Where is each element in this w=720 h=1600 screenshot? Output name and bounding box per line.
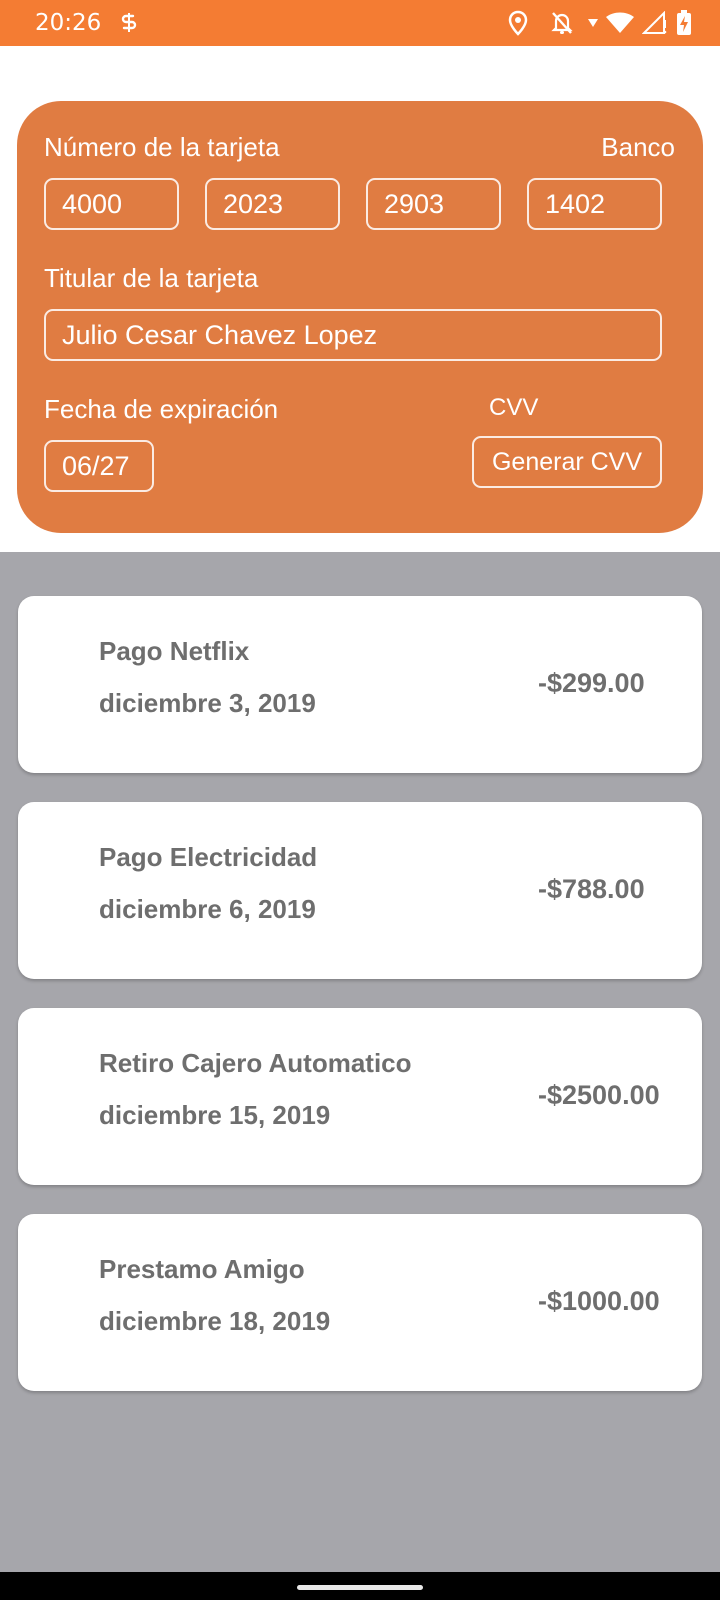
battery-icon: [676, 10, 692, 36]
credit-card: Número de la tarjeta Banco 4000 2023 290…: [17, 101, 703, 533]
transaction-item[interactable]: Retiro Cajero Automatico diciembre 15, 2…: [18, 1008, 702, 1185]
card-holder-field[interactable]: Julio Cesar Chavez Lopez: [44, 309, 662, 361]
s-notification-icon: [118, 10, 140, 36]
card-number-part-1[interactable]: 4000: [44, 178, 179, 230]
transaction-date: diciembre 15, 2019: [99, 1100, 331, 1130]
generate-cvv-button[interactable]: Generar CVV: [472, 436, 662, 488]
wifi-icon: [606, 12, 634, 34]
transaction-title: Retiro Cajero Automatico: [99, 1048, 412, 1078]
card-number-label: Número de la tarjeta: [44, 132, 280, 162]
cvv-label: CVV: [489, 394, 539, 421]
transaction-title: Prestamo Amigo: [99, 1254, 305, 1284]
navigation-bar: [0, 1572, 720, 1600]
location-icon: [508, 10, 528, 36]
transaction-item[interactable]: Prestamo Amigo diciembre 18, 2019 -$1000…: [18, 1214, 702, 1391]
bank-label: Banco: [601, 132, 675, 162]
card-number-part-3[interactable]: 2903: [366, 178, 501, 230]
card-holder-label: Titular de la tarjeta: [44, 263, 259, 293]
status-icons: [508, 9, 692, 37]
expiry-label: Fecha de expiración: [44, 394, 279, 424]
transaction-amount: -$299.00: [538, 668, 645, 698]
home-gesture-handle[interactable]: [297, 1585, 423, 1590]
card-number-part-4[interactable]: 1402: [527, 178, 662, 230]
signal-icon: [642, 11, 668, 35]
dropdown-triangle-icon: [588, 19, 598, 27]
transaction-amount: -$2500.00: [538, 1080, 660, 1110]
transaction-date: diciembre 3, 2019: [99, 688, 316, 718]
expiry-field[interactable]: 06/27: [44, 440, 154, 492]
transaction-amount: -$1000.00: [538, 1286, 660, 1316]
transactions-list: Pago Netflix diciembre 3, 2019 -$299.00 …: [0, 552, 720, 1572]
transaction-item[interactable]: Pago Electricidad diciembre 6, 2019 -$78…: [18, 802, 702, 979]
transaction-date: diciembre 18, 2019: [99, 1306, 331, 1336]
transaction-date: diciembre 6, 2019: [99, 894, 316, 924]
transaction-amount: -$788.00: [538, 874, 645, 904]
transaction-title: Pago Electricidad: [99, 842, 318, 872]
card-number-part-2[interactable]: 2023: [205, 178, 340, 230]
transaction-title: Pago Netflix: [99, 636, 250, 666]
status-time: 20:26: [35, 10, 102, 36]
notifications-off-icon: [550, 10, 574, 36]
status-bar: 20:26: [0, 0, 720, 46]
transaction-item[interactable]: Pago Netflix diciembre 3, 2019 -$299.00: [18, 596, 702, 773]
